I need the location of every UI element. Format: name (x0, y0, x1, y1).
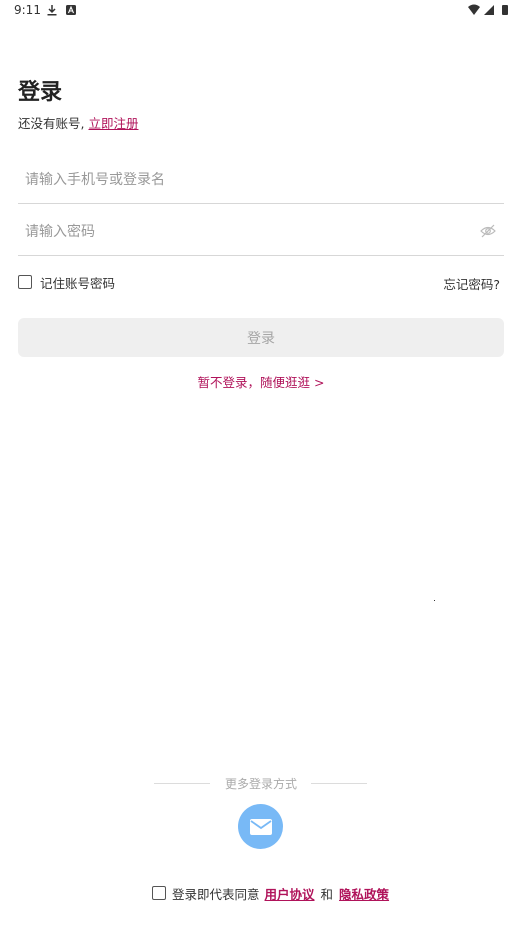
remember-password-toggle[interactable]: 记住账号密码 (18, 273, 115, 291)
register-link[interactable]: 立即注册 (88, 116, 138, 131)
remember-label: 记住账号密码 (40, 275, 116, 291)
username-field (18, 155, 504, 204)
password-input[interactable] (23, 219, 467, 245)
more-login-divider: 更多登录方式 (0, 775, 522, 791)
privacy-policy-link[interactable]: 隐私政策 (339, 884, 389, 903)
eye-off-icon[interactable] (480, 223, 496, 239)
agreement-checkbox[interactable] (152, 886, 166, 900)
wifi-icon (468, 4, 480, 15)
stray-dot (434, 600, 435, 601)
password-field (18, 207, 504, 256)
page-title: 登录 (18, 80, 63, 105)
forgot-password-link[interactable]: 忘记密码? (443, 274, 500, 293)
remember-checkbox[interactable] (18, 275, 32, 289)
username-input[interactable] (23, 167, 467, 193)
guest-browse-link[interactable]: 暂不登录，随便逛逛 > (0, 372, 522, 391)
agreement-and: 和 (320, 886, 334, 902)
system-status-icons (468, 4, 508, 15)
download-icon (47, 5, 57, 16)
no-account-text: 还没有账号, (18, 116, 85, 131)
agreement-row: 登录即代表同意 用户协议 和 隐私政策 (152, 884, 389, 902)
status-bar: 9:11 (0, 0, 522, 22)
status-time: 9:11 (14, 3, 41, 17)
a-box-icon (66, 5, 76, 15)
register-prompt: 还没有账号, 立即注册 (18, 113, 138, 132)
email-login-button[interactable] (238, 804, 283, 849)
login-button[interactable]: 登录 (18, 318, 504, 357)
mail-icon (249, 818, 272, 835)
more-login-label: 更多登录方式 (224, 777, 297, 791)
user-agreement-link[interactable]: 用户协议 (265, 884, 315, 903)
battery-icon (502, 5, 508, 15)
cell-signal-icon (484, 5, 494, 15)
divider-line-right (311, 783, 367, 784)
agreement-prefix: 登录即代表同意 (172, 886, 260, 902)
